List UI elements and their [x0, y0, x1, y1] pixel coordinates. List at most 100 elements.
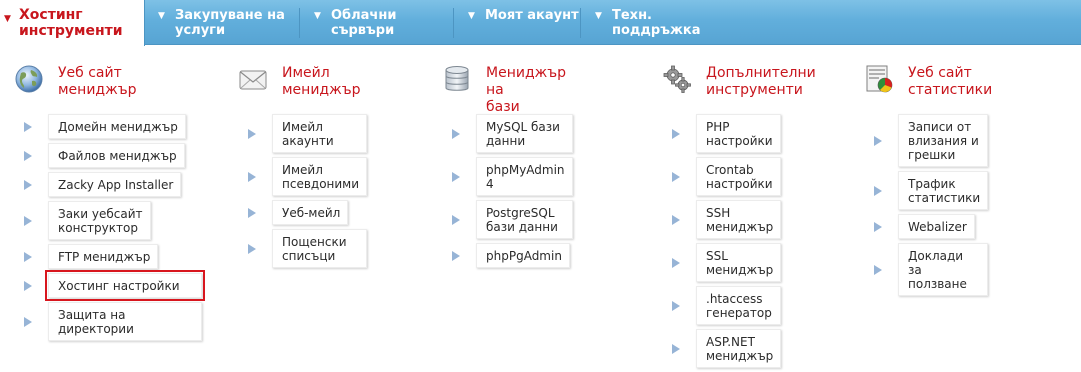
- bullet-arrow-icon: [24, 251, 32, 262]
- item-label: SSL мениджър: [696, 243, 782, 282]
- item-label: PHP настройки: [696, 114, 782, 153]
- bullet-arrow-icon: [672, 343, 680, 354]
- bullet-arrow-icon: [24, 280, 32, 291]
- nav-tab-label: Моят акаунт: [485, 8, 579, 23]
- item-label: Защита на директории: [48, 302, 202, 341]
- list-item-website-builder[interactable]: Заки уебсайт конструктор: [14, 201, 202, 240]
- column-item-list: Домейн мениджър Файлов мениджър Zacky Ap…: [14, 114, 205, 345]
- globe-icon: [14, 64, 44, 94]
- gears-icon: [662, 64, 692, 94]
- list-item-mysql-databases[interactable]: MySQL бази данни: [442, 114, 573, 153]
- item-label: FTP мениджър: [48, 244, 159, 269]
- list-item-php-settings[interactable]: PHP настройки: [662, 114, 782, 153]
- list-item-crontab-settings[interactable]: Crontab настройки: [662, 157, 782, 196]
- bullet-arrow-icon: [248, 128, 256, 139]
- bullet-arrow-icon: [248, 171, 256, 182]
- bullet-arrow-icon: [874, 221, 882, 232]
- list-item-phpmyadmin[interactable]: phpMyAdmin 4: [442, 157, 573, 196]
- envelope-icon: [238, 64, 268, 94]
- bullet-arrow-icon: [672, 128, 680, 139]
- item-label: Уеб-мейл: [272, 200, 349, 225]
- item-label: ASP.NET мениджър: [696, 329, 782, 368]
- top-navigation: ▼ Хостинг инструменти ▼ Закупуване на услу…: [0, 0, 1081, 46]
- item-label: phpPgAdmin: [476, 243, 570, 268]
- item-label: Хостинг настройки: [45, 270, 205, 301]
- chevron-down-icon: ▼: [468, 11, 475, 21]
- list-item-domain-manager[interactable]: Домейн мениджър: [14, 114, 202, 139]
- nav-tab-label: Облачни сървъри: [331, 8, 397, 38]
- column-item-list: Записи от влизания и грешки Трафик стати…: [864, 114, 989, 300]
- list-item-phppgadmin[interactable]: phpPgAdmin: [442, 243, 573, 268]
- column-item-list: Имейл акаунти Имейл псевдоними Уеб-мейл …: [238, 114, 368, 272]
- nav-separator: [580, 8, 581, 38]
- list-item-aspnet-manager[interactable]: ASP.NET мениджър: [662, 329, 782, 368]
- item-label: PostgreSQL бази данни: [476, 200, 573, 239]
- bullet-arrow-icon: [24, 215, 32, 226]
- nav-tab-label: Хостинг инструменти: [19, 7, 123, 39]
- item-label: Трафик статистики: [898, 171, 989, 210]
- item-label: Zacky App Installer: [48, 172, 182, 197]
- list-item-postgresql-databases[interactable]: PostgreSQL бази данни: [442, 200, 573, 239]
- item-label: SSH мениджър: [696, 200, 782, 239]
- list-item-ssh-manager[interactable]: SSH мениджър: [662, 200, 782, 239]
- item-label: Файлов мениджър: [48, 143, 185, 168]
- list-item-access-error-logs[interactable]: Записи от влизания и грешки: [864, 114, 989, 167]
- list-item-webmail[interactable]: Уеб-мейл: [238, 200, 367, 225]
- item-label: Доклади за ползване: [898, 243, 989, 296]
- chart-icon: [864, 64, 894, 94]
- nav-tab-hosting-tools[interactable]: ▼ Хостинг инструменти: [0, 0, 145, 46]
- nav-separator: [453, 8, 454, 38]
- list-item-htaccess-generator[interactable]: .htaccess генератор: [662, 286, 782, 325]
- item-label: .htaccess генератор: [696, 286, 782, 325]
- list-item-hosting-settings[interactable]: Хостинг настройки: [14, 270, 205, 301]
- bullet-arrow-icon: [672, 257, 680, 268]
- item-label: Домейн мениджър: [48, 114, 186, 139]
- list-item-ftp-manager[interactable]: FTP мениджър: [14, 244, 202, 269]
- list-item-directory-protection[interactable]: Защита на директории: [14, 302, 202, 341]
- chevron-down-icon: ▼: [314, 11, 321, 21]
- bullet-arrow-icon: [874, 135, 882, 146]
- chevron-down-icon: ▼: [595, 11, 602, 21]
- list-item-usage-reports[interactable]: Доклади за ползване: [864, 243, 989, 296]
- bullet-arrow-icon: [452, 214, 460, 225]
- bullet-arrow-icon: [672, 300, 680, 311]
- list-item-ssl-manager[interactable]: SSL мениджър: [662, 243, 782, 282]
- column-title: Уеб сайт мениджър: [58, 65, 137, 98]
- item-label: Пощенски списъци: [272, 229, 368, 268]
- bullet-arrow-icon: [452, 250, 460, 261]
- bullet-arrow-icon: [452, 171, 460, 182]
- bullet-arrow-icon: [672, 214, 680, 225]
- list-item-traffic-statistics[interactable]: Трафик статистики: [864, 171, 989, 210]
- nav-separator: [299, 8, 300, 38]
- bullet-arrow-icon: [874, 264, 882, 275]
- column-item-list: MySQL бази данни phpMyAdmin 4 PostgreSQL…: [442, 114, 573, 272]
- list-item-zacky-app-installer[interactable]: Zacky App Installer: [14, 172, 202, 197]
- list-item-webalizer[interactable]: Webalizer: [864, 214, 988, 239]
- list-item-mailing-lists[interactable]: Пощенски списъци: [238, 229, 368, 268]
- bullet-arrow-icon: [248, 243, 256, 254]
- column-title: Имейл мениджър: [282, 65, 361, 98]
- item-label: Записи от влизания и грешки: [898, 114, 989, 167]
- item-label: Crontab настройки: [696, 157, 782, 196]
- item-label: MySQL бази данни: [476, 114, 573, 153]
- chevron-down-icon: ▼: [158, 11, 165, 21]
- item-label: Имейл псевдоними: [272, 157, 368, 196]
- list-item-email-accounts[interactable]: Имейл акаунти: [238, 114, 368, 153]
- column-title: Допълнителни инструменти: [706, 65, 816, 98]
- nav-tab-label: Техн. поддръжка: [612, 8, 701, 38]
- column-item-list: PHP настройки Crontab настройки SSH мени…: [662, 114, 782, 372]
- column-title: Уеб сайт статистики: [908, 65, 993, 98]
- bullet-arrow-icon: [24, 150, 32, 161]
- bullet-arrow-icon: [874, 185, 882, 196]
- list-item-file-manager[interactable]: Файлов мениджър: [14, 143, 202, 168]
- chevron-down-icon: ▼: [4, 14, 11, 24]
- bullet-arrow-icon: [672, 171, 680, 182]
- list-item-email-aliases[interactable]: Имейл псевдоними: [238, 157, 368, 196]
- database-icon: [442, 64, 472, 94]
- item-label: Имейл акаунти: [272, 114, 368, 153]
- nav-tab-label: Закупуване на услуги: [175, 8, 285, 38]
- item-label: phpMyAdmin 4: [476, 157, 573, 196]
- item-label: Webalizer: [898, 214, 975, 239]
- item-label: Заки уебсайт конструктор: [48, 201, 151, 240]
- bullet-arrow-icon: [452, 128, 460, 139]
